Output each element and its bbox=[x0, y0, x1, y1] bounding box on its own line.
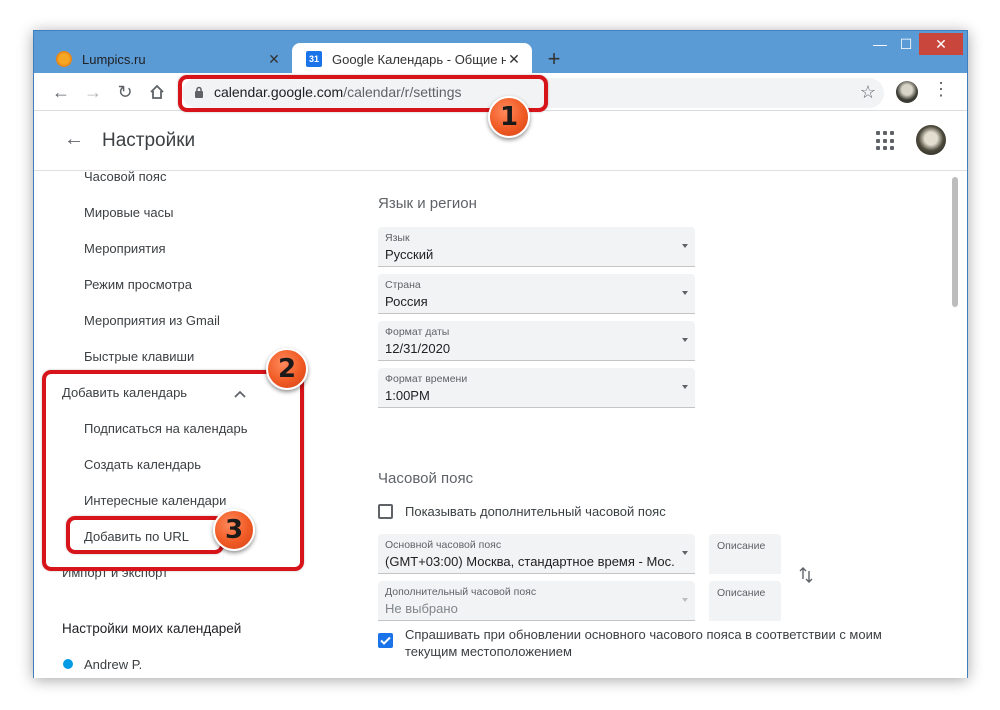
tab-lumpics[interactable]: Lumpics.ru ✕ bbox=[42, 43, 292, 75]
secondary-timezone-select[interactable]: Дополнительный часовой пояс Не выбрано bbox=[378, 581, 695, 621]
date-format-select[interactable]: Формат даты 12/31/2020 bbox=[378, 321, 695, 361]
sidebar-item-timezone[interactable]: Часовой пояс bbox=[84, 169, 166, 184]
section-title-language: Язык и регион bbox=[378, 195, 477, 212]
tab-strip: Lumpics.ru ✕ 31 Google Календарь - Общие… bbox=[42, 41, 867, 75]
sidebar-item-import-export[interactable]: Импорт и экспорт bbox=[62, 565, 168, 580]
settings-sidebar: Часовой пояс Мировые часы Мероприятия Ре… bbox=[34, 169, 324, 678]
language-select[interactable]: Язык Русский bbox=[378, 227, 695, 267]
apps-grid-icon[interactable] bbox=[876, 131, 896, 151]
sidebar-item-view-mode[interactable]: Режим просмотра bbox=[84, 277, 192, 292]
show-secondary-timezone-label: Показывать дополнительный часовой пояс bbox=[405, 504, 666, 519]
minimize-button[interactable]: — bbox=[867, 33, 893, 55]
dropdown-arrow-icon bbox=[682, 291, 688, 295]
checkmark-icon bbox=[380, 636, 391, 645]
ask-update-timezone-checkbox[interactable] bbox=[378, 633, 393, 648]
avatar[interactable] bbox=[916, 125, 946, 155]
browser-menu-icon[interactable]: ⋮ bbox=[932, 79, 950, 100]
step-badge-1: 1 bbox=[488, 96, 530, 138]
ask-update-timezone-label: Спрашивать при обновлении основного часо… bbox=[405, 627, 882, 659]
lock-icon bbox=[195, 86, 203, 98]
page-content: ← Настройки Часовой пояс Мировые часы Ме… bbox=[34, 111, 967, 678]
sidebar-item-my-calendar[interactable]: Andrew P. bbox=[84, 657, 142, 672]
dropdown-arrow-icon bbox=[682, 385, 688, 389]
tab-title: Lumpics.ru bbox=[82, 51, 146, 67]
chevron-up-icon[interactable] bbox=[234, 390, 246, 398]
dropdown-arrow-icon bbox=[682, 244, 688, 248]
orange-circle-icon bbox=[56, 51, 72, 67]
dropdown-arrow-icon bbox=[682, 338, 688, 342]
calendar-color-dot bbox=[63, 659, 73, 669]
sidebar-item-browse-calendars[interactable]: Интересные календари bbox=[84, 493, 226, 508]
forward-arrow-icon[interactable]: → bbox=[80, 79, 106, 105]
primary-timezone-select[interactable]: Основной часовой пояс (GMT+03:00) Москва… bbox=[378, 534, 695, 574]
sidebar-item-events[interactable]: Мероприятия bbox=[84, 241, 166, 256]
google-calendar-icon: 31 bbox=[306, 51, 322, 67]
close-icon[interactable]: ✕ bbox=[506, 51, 522, 68]
my-calendars-heading: Настройки моих календарей bbox=[62, 621, 242, 636]
scrollbar-thumb[interactable] bbox=[952, 177, 958, 307]
sidebar-item-gmail-events[interactable]: Мероприятия из Gmail bbox=[84, 313, 220, 328]
tab-google-calendar[interactable]: 31 Google Календарь - Общие нас ✕ bbox=[292, 43, 532, 75]
sidebar-item-create-calendar[interactable]: Создать календарь bbox=[84, 457, 201, 472]
sidebar-item-add-calendar[interactable]: Добавить календарь bbox=[62, 385, 187, 400]
time-format-select[interactable]: Формат времени 1:00PM bbox=[378, 368, 695, 408]
url-text: calendar.google.com/calendar/r/settings bbox=[214, 84, 462, 100]
step-badge-2: 2 bbox=[266, 348, 308, 390]
primary-timezone-description[interactable]: Описание bbox=[709, 534, 781, 574]
page-title: Настройки bbox=[102, 130, 196, 151]
section-title-timezone: Часовой пояс bbox=[378, 470, 474, 487]
secondary-timezone-description[interactable]: Описание bbox=[709, 581, 781, 621]
sidebar-item-world-clock[interactable]: Мировые часы bbox=[84, 205, 174, 220]
step-badge-3: 3 bbox=[213, 509, 255, 551]
tab-title: Google Календарь - Общие нас bbox=[332, 51, 506, 67]
bookmark-star-icon[interactable]: ☆ bbox=[860, 82, 876, 103]
settings-main: Язык и регион Язык Русский Страна Россия… bbox=[378, 171, 938, 678]
dropdown-arrow-icon bbox=[682, 598, 688, 602]
country-select[interactable]: Страна Россия bbox=[378, 274, 695, 314]
dropdown-arrow-icon bbox=[682, 551, 688, 555]
maximize-button[interactable]: ☐ bbox=[893, 33, 919, 55]
swap-vertical-icon[interactable] bbox=[798, 566, 814, 584]
address-bar[interactable]: calendar.google.com/calendar/r/settings … bbox=[182, 78, 884, 108]
back-arrow-icon[interactable]: ← bbox=[64, 128, 84, 151]
sidebar-item-add-by-url[interactable]: Добавить по URL bbox=[84, 529, 189, 544]
sidebar-item-subscribe[interactable]: Подписаться на календарь bbox=[84, 421, 248, 436]
close-icon[interactable]: ✕ bbox=[266, 51, 282, 68]
sidebar-item-shortcuts[interactable]: Быстрые клавиши bbox=[84, 349, 194, 364]
back-arrow-icon[interactable]: ← bbox=[48, 79, 74, 105]
scrollbar[interactable] bbox=[948, 171, 962, 671]
reload-icon[interactable]: ↻ bbox=[112, 79, 138, 105]
close-window-button[interactable]: ✕ bbox=[919, 33, 963, 55]
new-tab-button[interactable]: + bbox=[542, 46, 566, 72]
show-secondary-timezone-checkbox[interactable] bbox=[378, 504, 393, 519]
profile-avatar[interactable] bbox=[896, 81, 918, 103]
home-icon[interactable] bbox=[144, 79, 170, 105]
